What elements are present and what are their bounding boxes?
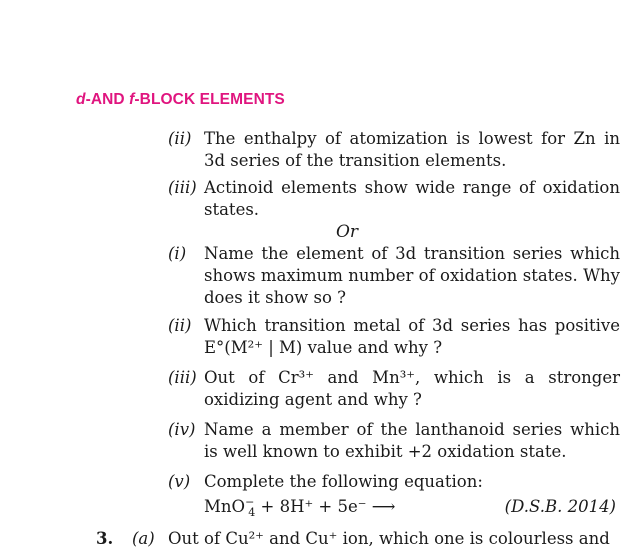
item-text: Complete the following equation: [204,472,483,491]
list-item: (iii) Actinoid elements show wide range … [168,177,620,221]
item-text: Actinoid elements show wide range of oxi… [204,178,620,219]
header-d: d [76,91,86,108]
list-item: (iv) Name a member of the lanthanoid ser… [168,419,620,463]
list-item: (i) Name the element of 3d transition se… [168,243,620,309]
header-rest: -BLOCK ELEMENTS [134,91,285,108]
equation-ion-charge: −4 [245,497,256,520]
item-number: (iv) [168,420,196,439]
equation-subscript: 4 [248,506,256,520]
list-item: (ii) The enthalpy of atomization is lowe… [168,128,620,172]
item-number: (ii) [168,129,192,148]
item-number: (iii) [168,178,197,197]
item-text: Out of Cr³⁺ and Mn³⁺, which is a stronge… [204,368,620,409]
item-text: Name the element of 3d transition series… [204,244,620,307]
section-header: d-AND f-BLOCK ELEMENTS [76,91,285,109]
equation-rest: + 8H⁺ + 5e⁻ ⟶ [255,497,396,516]
item-number: (v) [168,472,191,491]
item-text: The enthalpy of atomization is lowest fo… [204,129,620,170]
header-mid: -AND [85,91,130,108]
list-item: (iii) Out of Cr³⁺ and Mn³⁺, which is a s… [168,367,620,411]
question-text: Out of Cu²⁺ and Cu⁺ ion, which one is co… [168,529,610,548]
item-number: (i) [168,244,187,263]
item-number: (iii) [168,368,197,387]
source-citation: (D.S.B. 2014) [504,497,616,516]
list-item: (v) Complete the following equation: [168,471,620,493]
equation-base: MnO [204,497,246,516]
or-separator: Or [336,222,359,242]
item-text: Which transition metal of 3d series has … [204,316,620,357]
question-part: (a) [132,529,155,548]
item-text: Name a member of the lanthanoid series w… [204,420,620,461]
list-item: (ii) Which transition metal of 3d series… [168,315,620,359]
chemical-equation: MnO−4 + 8H⁺ + 5e⁻ ⟶ [204,497,396,520]
item-number: (ii) [168,316,192,335]
question-number: 3. [96,529,114,548]
